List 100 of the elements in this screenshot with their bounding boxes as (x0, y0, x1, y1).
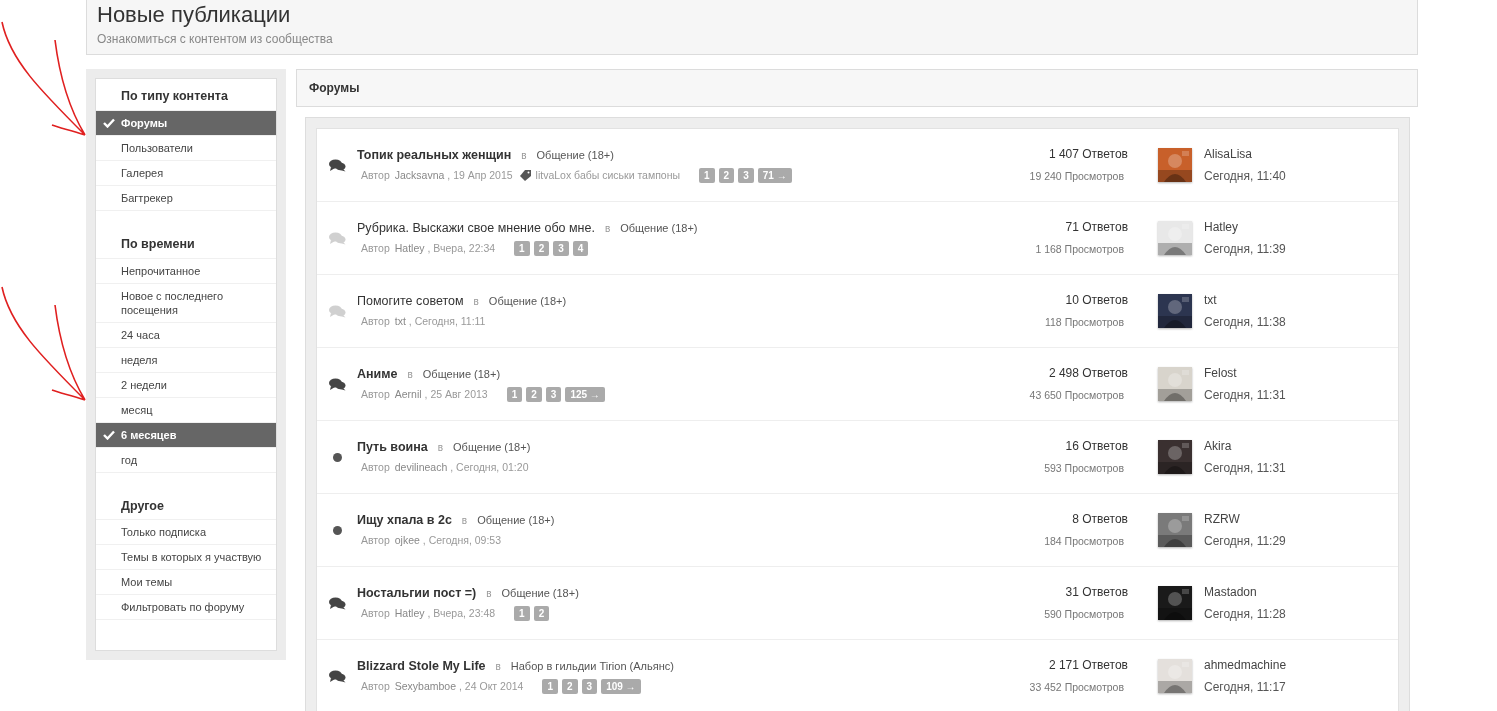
author-link[interactable]: devilineach (394, 460, 448, 476)
view-count: 593 Просмотров (1044, 461, 1124, 477)
author-label: Автор (361, 606, 390, 621)
view-count: 590 Просмотров (1044, 607, 1124, 623)
post-date: , Вчера, 22:34 (427, 241, 496, 256)
topic-title[interactable]: Путь воина (357, 438, 428, 457)
view-count: 43 650 Просмотров (1029, 388, 1124, 404)
last-poster[interactable]: Felost (1204, 364, 1286, 382)
post-date: , Сегодня, 01:20 (450, 460, 529, 475)
last-post-time: Сегодня, 11:17 (1204, 679, 1287, 696)
in-label: в (495, 660, 501, 675)
view-count: 1 168 Просмотров (1035, 242, 1124, 258)
view-count: 118 Просмотров (1044, 315, 1124, 331)
post-date: , 25 Авг 2013 (424, 387, 488, 402)
topic-title[interactable]: Топик реальных женщин (357, 146, 512, 165)
reply-count: 2 498 Ответов (1048, 365, 1128, 383)
topic-title[interactable]: Blizzard Stole My Life (357, 657, 486, 676)
view-count: 33 452 Просмотров (1029, 680, 1124, 696)
filter-item[interactable]: год (96, 447, 276, 473)
topic-title[interactable]: Рубрика. Выскажи свое мнение обо мне. (357, 219, 595, 238)
post-date: , Вчера, 23:48 (427, 606, 496, 621)
filter-item[interactable]: Мои темы (96, 570, 276, 596)
filter-item[interactable]: Темы в которых я участвую (96, 545, 276, 571)
page-subtitle: Ознакомиться с контентом из сообщества (97, 31, 334, 48)
reply-count: 71 Ответов (1065, 219, 1128, 237)
filter-item[interactable]: Галерея (96, 160, 276, 186)
filter-item[interactable]: Форумы (96, 110, 276, 136)
post-date: , 24 Окт 2014 (459, 679, 524, 694)
chat-bubbles-icon (328, 158, 346, 172)
author-link[interactable]: Hatley (394, 241, 425, 257)
filter-item[interactable]: 2 недели (96, 372, 276, 398)
post-date: , Сегодня, 09:53 (422, 533, 502, 548)
filter-item[interactable]: Фильтровать по форуму (96, 595, 276, 621)
last-poster[interactable]: RZRW (1204, 510, 1286, 528)
filter-item[interactable]: Новое с последнего посещения (96, 283, 276, 323)
author-link[interactable]: Jacksavna (394, 168, 445, 184)
author-link[interactable]: Aernil (394, 387, 422, 403)
forum-link[interactable]: Набор в гильдии Tirion (Альянс) (510, 658, 674, 675)
filter-item[interactable]: Только подписка (96, 520, 276, 546)
topic-title[interactable]: Ищу хпала в 2с (357, 511, 452, 530)
section-title: Форумы (309, 80, 360, 97)
last-poster[interactable]: Mastadon (1204, 583, 1286, 601)
forum-link[interactable]: Общение (18+) (477, 512, 555, 529)
section-heading: Другое (96, 488, 276, 521)
filter-item[interactable]: 6 месяцев (96, 422, 276, 448)
topic-title[interactable]: Ностальгии пост =) (357, 584, 477, 603)
author-link[interactable]: Sexybamboe (394, 679, 457, 695)
check-icon (103, 429, 115, 440)
author-label: Автор (361, 533, 390, 548)
page-title: Новые публикации (97, 2, 292, 28)
last-post-time: Сегодня, 11:29 (1204, 533, 1286, 550)
author-label: Автор (361, 679, 390, 694)
reply-count: 1 407 Ответов (1048, 146, 1128, 164)
chat-bubbles-icon (328, 377, 346, 391)
reply-count: 10 Ответов (1065, 292, 1128, 310)
in-label: в (407, 368, 413, 383)
section-heading: По типу контента (96, 79, 276, 111)
last-poster[interactable]: txt (1204, 291, 1286, 309)
reply-count: 31 Ответов (1065, 584, 1128, 602)
last-poster[interactable]: AlisaLisa (1204, 145, 1286, 163)
author-link[interactable]: txt (394, 314, 406, 330)
filter-item[interactable]: Багтрекер (96, 185, 276, 211)
view-count: 184 Просмотров (1044, 534, 1124, 550)
in-label: в (521, 149, 527, 164)
filter-item[interactable]: Непрочитанное (96, 258, 276, 284)
author-link[interactable]: Hatley (394, 606, 425, 622)
reply-count: 2 171 Ответов (1048, 657, 1128, 675)
reply-count: 8 Ответов (1072, 511, 1128, 529)
filter-item[interactable]: месяц (96, 397, 276, 423)
in-label: в (473, 295, 479, 310)
topic-title[interactable]: Помогите советом (357, 292, 464, 311)
last-post-time: Сегодня, 11:28 (1204, 606, 1286, 623)
author-link[interactable]: ojkee (394, 533, 420, 549)
last-post-time: Сегодня, 11:40 (1204, 168, 1286, 185)
in-label: в (604, 222, 611, 237)
forum-link[interactable]: Общение (18+) (501, 585, 579, 602)
author-label: Автор (361, 387, 390, 402)
chat-bubbles-icon (328, 231, 346, 245)
author-label: Автор (361, 460, 390, 475)
author-label: Автор (361, 241, 390, 256)
last-post-time: Сегодня, 11:31 (1204, 460, 1286, 477)
last-poster[interactable]: Hatley (1204, 218, 1286, 236)
topic-title[interactable]: Аниме (357, 365, 398, 384)
filter-item[interactable]: Пользователи (96, 135, 276, 161)
in-label: в (486, 587, 492, 602)
filter-item[interactable]: 24 часа (96, 322, 276, 348)
forum-link[interactable]: Общение (18+) (422, 366, 501, 383)
last-poster[interactable]: Akira (1204, 437, 1286, 455)
tag-icon (519, 170, 531, 182)
forum-link[interactable]: Общение (18+) (488, 293, 567, 310)
chat-bubbles-icon (328, 304, 346, 318)
view-count: 19 240 Просмотров (1029, 169, 1124, 185)
chat-bubbles-icon (328, 669, 346, 683)
last-post-time: Сегодня, 11:38 (1204, 314, 1286, 331)
forum-link[interactable]: Общение (18+) (536, 147, 614, 164)
forum-link[interactable]: Общение (18+) (620, 220, 698, 237)
last-poster[interactable]: ahmedmachine (1204, 656, 1287, 674)
author-label: Автор (361, 314, 390, 329)
forum-link[interactable]: Общение (18+) (453, 439, 531, 456)
filter-item[interactable]: неделя (96, 347, 276, 373)
